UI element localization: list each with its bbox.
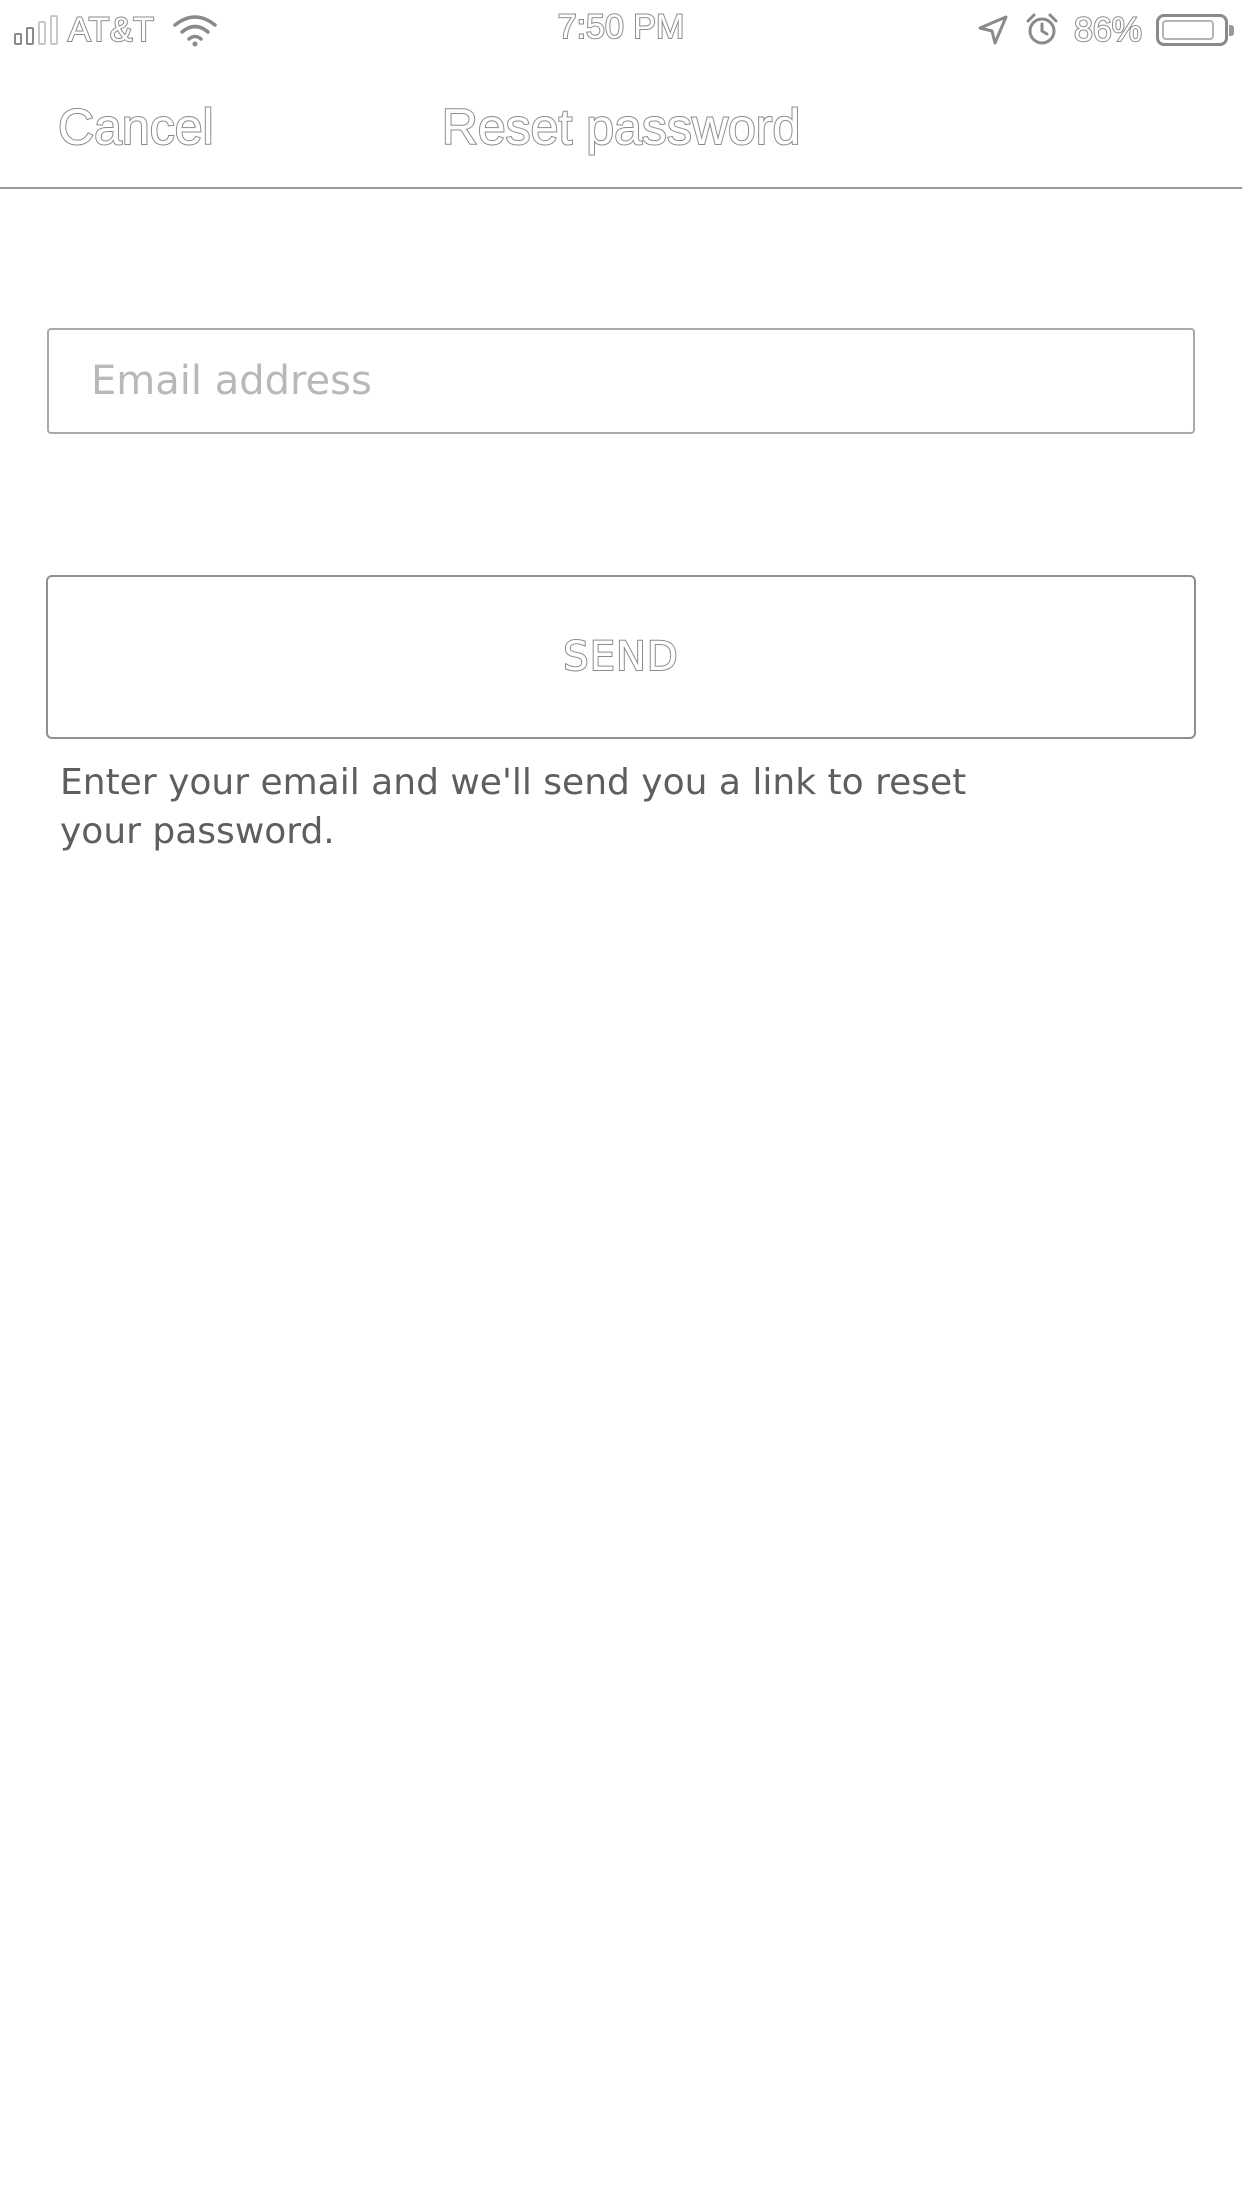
battery-percent: 86% <box>1073 10 1143 50</box>
page-title: Reset password <box>441 98 802 156</box>
send-button[interactable]: SEND <box>46 575 1196 739</box>
battery-level <box>1162 20 1214 40</box>
email-field[interactable] <box>47 328 1195 434</box>
location-arrow-icon <box>978 15 1008 45</box>
status-bar-right: 86% <box>976 10 1234 50</box>
status-bar: AT&T 7:50 PM 86% <box>0 0 1242 62</box>
send-button-label: SEND <box>562 633 679 681</box>
battery-icon <box>1156 14 1234 46</box>
alarm-icon <box>1026 13 1058 45</box>
helper-text: Enter your email and we'll send you a li… <box>60 762 967 852</box>
nav-bar: Cancel Reset password <box>0 62 1242 189</box>
